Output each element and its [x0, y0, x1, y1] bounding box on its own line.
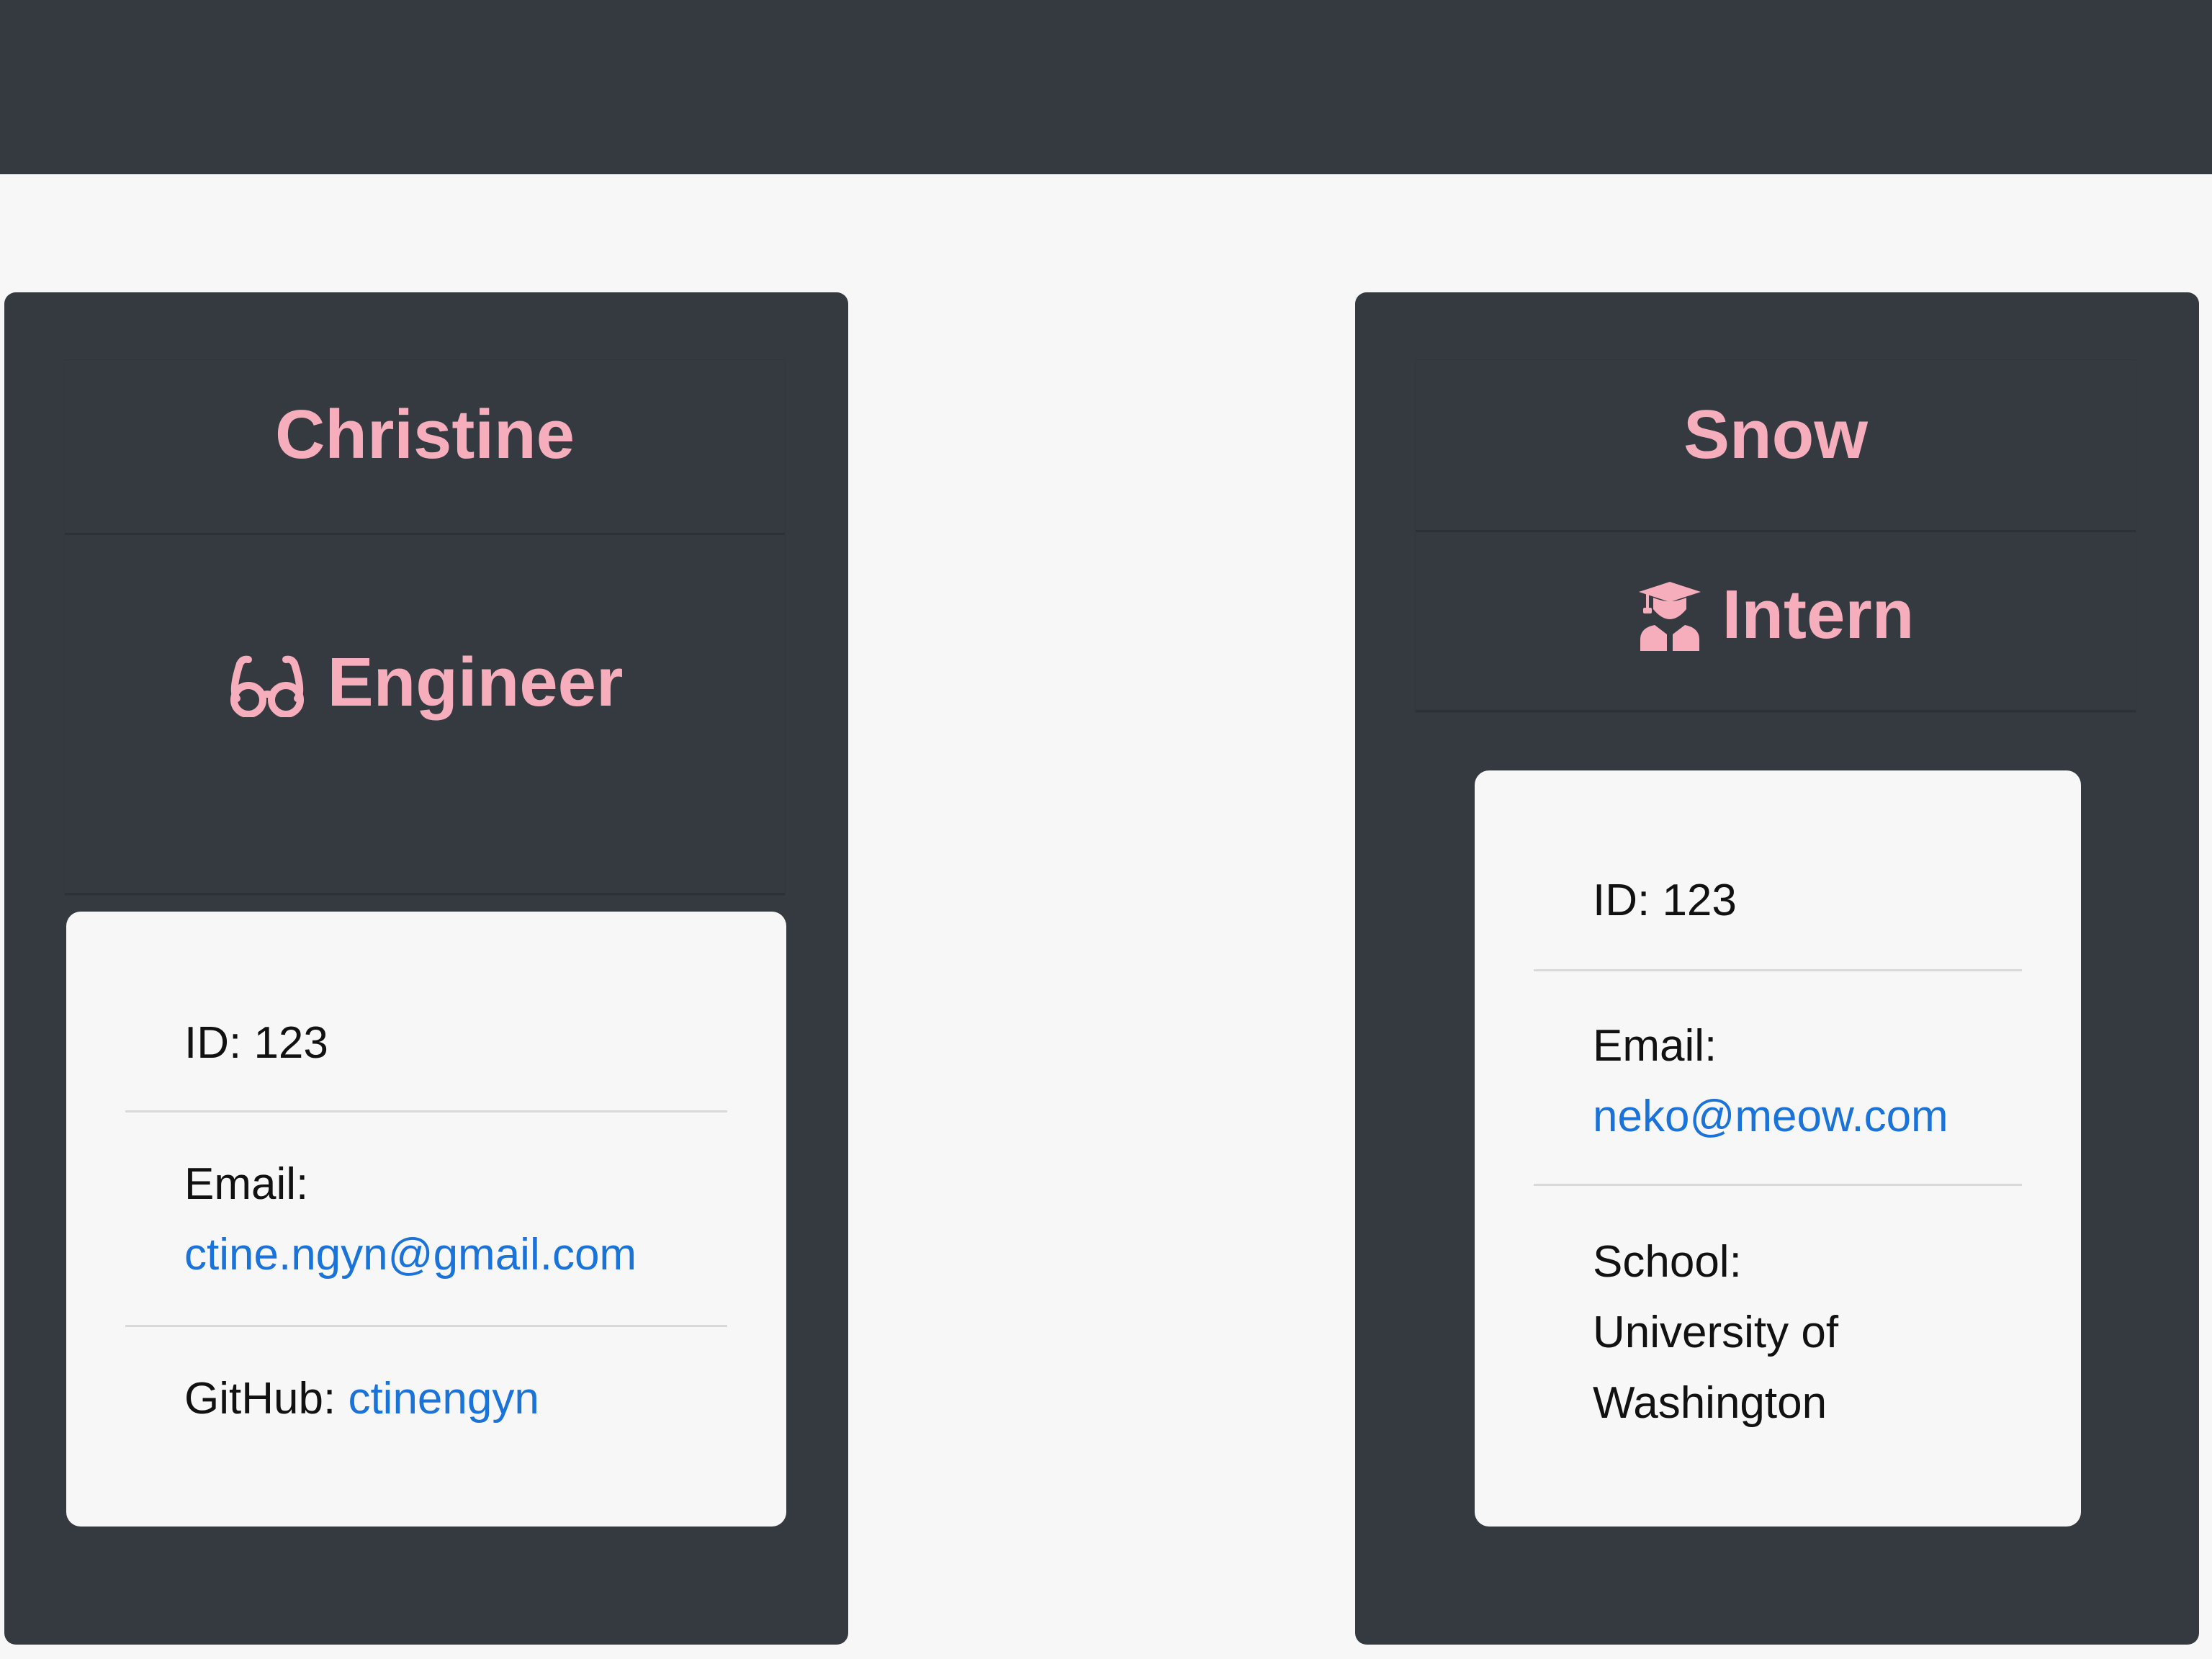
top-navbar: [0, 0, 2212, 174]
header-divider: [1416, 530, 2136, 532]
role-label: Engineer: [327, 644, 624, 721]
card-header: Snow Intern: [1416, 360, 2136, 712]
employee-id: ID: 123: [1593, 876, 1737, 925]
school-label: School:: [1593, 1237, 1742, 1287]
email-label: Email:: [1593, 1021, 1717, 1071]
email-label: Email:: [184, 1159, 309, 1209]
divider: [125, 1110, 727, 1112]
email-link[interactable]: ctine.ngyn@gmail.com: [184, 1230, 637, 1280]
info-panel: ID: 123 Email: ctine.ngyn@gmail.com GitH…: [66, 912, 786, 1527]
graduate-icon: [1637, 579, 1702, 651]
employee-card-intern: Snow Intern ID: 123 Email: neko@meow.com: [1355, 292, 2199, 1645]
school-name-line: Washington: [1593, 1378, 1827, 1428]
employee-name: Christine: [274, 396, 575, 473]
card-header: Christine Engineer: [65, 360, 785, 895]
role-label: Intern: [1722, 576, 1915, 653]
school-name-line: University of: [1593, 1308, 1839, 1357]
github-label: GitHub:: [184, 1374, 336, 1424]
email-link[interactable]: neko@meow.com: [1593, 1092, 1948, 1141]
divider: [1534, 969, 2022, 971]
divider: [125, 1325, 727, 1327]
employee-role: Engineer: [65, 648, 785, 717]
employee-email: Email: neko@meow.com: [1534, 1011, 2022, 1152]
github-link[interactable]: ctinengyn: [348, 1374, 539, 1424]
employee-card-engineer: Christine Engineer ID: 123 Email: ctine.…: [4, 292, 848, 1645]
info-panel: ID: 123 Email: neko@meow.com School: Uni…: [1475, 770, 2081, 1527]
employee-email: Email: ctine.ngyn@gmail.com: [125, 1149, 727, 1290]
glasses-icon: [227, 648, 307, 717]
header-divider: [65, 533, 785, 535]
employee-role: Intern: [1416, 579, 2136, 651]
divider: [1534, 1184, 2022, 1186]
employee-id: ID: 123: [184, 1018, 328, 1068]
employee-github: GitHub: ctinengyn: [125, 1364, 727, 1434]
employee-name: Snow: [1683, 396, 1868, 473]
employee-school: School: University of Washington: [1534, 1227, 2022, 1439]
